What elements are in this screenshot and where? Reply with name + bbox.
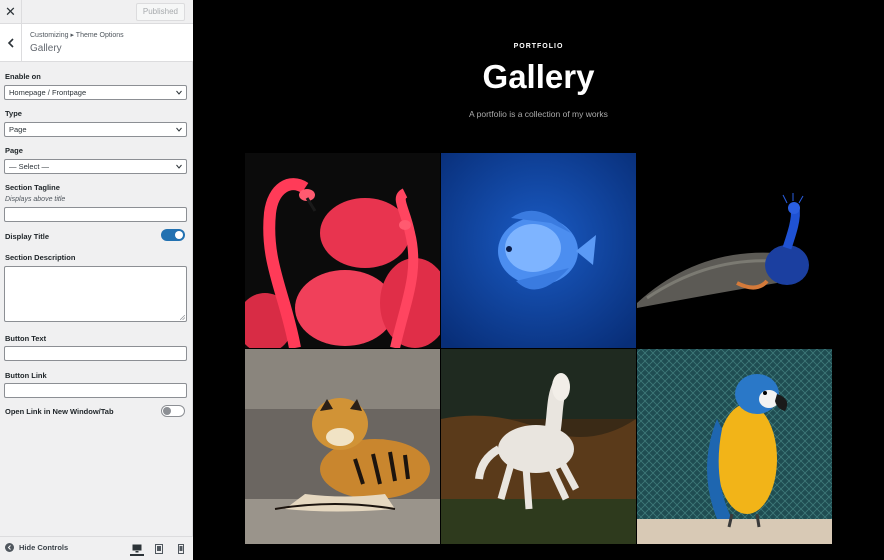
type-value: Page — [9, 125, 27, 134]
customizer-topbar: ✕ Published — [0, 0, 193, 24]
enable-on-value: Homepage / Frontpage — [9, 88, 87, 97]
enable-on-label: Enable on — [5, 72, 41, 81]
publish-button[interactable]: Published — [135, 3, 185, 21]
page-value: — Select — — [9, 162, 50, 171]
desktop-preview-button[interactable] — [130, 542, 144, 556]
section-tagline-label: Section Tagline — [5, 183, 60, 192]
gallery-image-macaw[interactable] — [637, 349, 832, 544]
gallery-image-blue-fish[interactable] — [441, 153, 636, 348]
section-tagline-description: Displays above title — [5, 196, 66, 203]
tablet-preview-button[interactable] — [152, 542, 166, 556]
section-description-textarea[interactable] — [4, 266, 187, 322]
section-tagline-input[interactable] — [4, 207, 187, 222]
resize-grip-icon[interactable] — [180, 315, 185, 320]
chevron-down-icon — [176, 127, 182, 132]
gallery-image-white-horse[interactable] — [441, 349, 636, 544]
open-new-window-label: Open Link in New Window/Tab — [5, 407, 114, 416]
chevron-down-icon — [176, 164, 182, 169]
type-select[interactable]: Page — [4, 122, 187, 137]
toggle-knob — [163, 407, 171, 415]
chevron-left-icon — [7, 38, 14, 48]
page-label: Page — [5, 146, 23, 155]
gallery-image-peacock[interactable] — [637, 153, 832, 348]
section-description-label: Section Description — [5, 253, 76, 262]
gallery-title: Gallery — [482, 58, 595, 95]
tablet-icon — [155, 544, 163, 554]
customizer-sidebar: ✕ Published Customizing ▸ Theme Options … — [0, 0, 193, 560]
chevron-down-icon — [176, 90, 182, 95]
hide-controls-label: Hide Controls — [19, 543, 69, 552]
hide-controls-button[interactable]: Hide Controls — [5, 543, 68, 552]
open-new-window-toggle[interactable] — [161, 405, 185, 417]
button-link-input[interactable] — [4, 383, 187, 398]
desktop-icon — [132, 544, 142, 552]
mobile-icon — [178, 544, 184, 554]
button-link-label: Button Link — [5, 371, 47, 380]
display-title-toggle[interactable] — [161, 229, 185, 241]
enable-on-select[interactable]: Homepage / Frontpage — [4, 85, 187, 100]
gallery-description: A portfolio is a collection of my works — [469, 109, 608, 119]
gallery-image-flamingo[interactable] — [245, 153, 440, 348]
close-customizer-button[interactable]: ✕ — [0, 0, 22, 24]
button-text-label: Button Text — [5, 334, 47, 343]
toggle-knob — [175, 231, 183, 239]
breadcrumb: Customizing ▸ Theme Options — [30, 32, 124, 39]
type-label: Type — [5, 109, 22, 118]
mobile-preview-button[interactable] — [174, 542, 188, 556]
section-header: Customizing ▸ Theme Options Gallery — [0, 24, 193, 62]
close-icon: ✕ — [5, 4, 16, 19]
section-title: Gallery — [30, 43, 62, 54]
display-title-label: Display Title — [5, 232, 50, 241]
gallery-grid — [245, 153, 832, 545]
gallery-image-tiger[interactable] — [245, 349, 440, 544]
back-button[interactable] — [0, 24, 22, 62]
customizer-footer: Hide Controls — [0, 536, 193, 560]
button-text-input[interactable] — [4, 346, 187, 361]
collapse-icon — [5, 543, 14, 552]
page-select[interactable]: — Select — — [4, 159, 187, 174]
site-preview: PORTFOLIO Gallery A portfolio is a colle… — [193, 0, 884, 560]
portfolio-tagline: PORTFOLIO — [513, 43, 564, 50]
